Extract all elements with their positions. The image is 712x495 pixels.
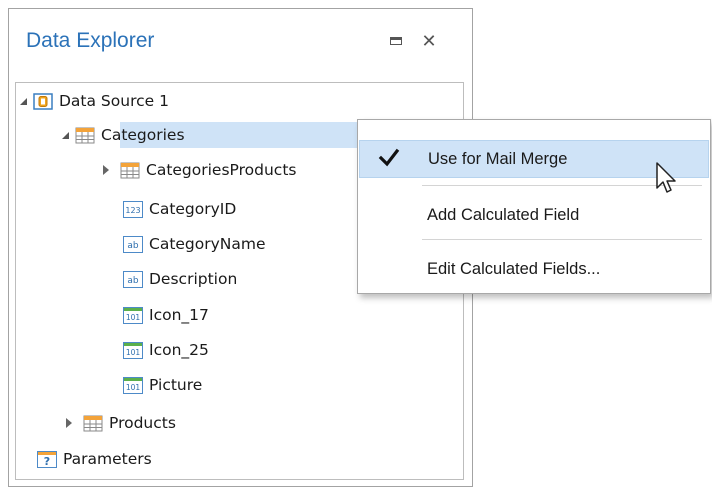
string-field-icon: ab: [123, 235, 143, 253]
tree-node-label: CategoriesProducts: [146, 161, 297, 179]
menu-item-add-calculated-field[interactable]: Add Calculated Field: [359, 196, 709, 234]
svg-text:123: 123: [125, 206, 140, 215]
binary-field-icon: 101: [123, 306, 143, 324]
table-icon: [120, 162, 140, 178]
tree-node-label: CategoryID: [149, 200, 237, 218]
tree-node-categoriesproducts[interactable]: CategoriesProducts: [103, 157, 296, 183]
menu-item-label: Edit Calculated Fields...: [427, 259, 601, 278]
tree-node-products[interactable]: Products: [66, 410, 176, 436]
table-icon: [75, 127, 95, 143]
parameters-icon: ?: [37, 450, 57, 468]
tree-node-categoryid[interactable]: 123 CategoryID: [123, 196, 236, 222]
tree-node-label: Parameters: [63, 450, 152, 468]
tree-node-label: CategoryName: [149, 235, 266, 253]
tree-node-label: Products: [109, 414, 176, 432]
binary-field-icon: 101: [123, 376, 143, 394]
expand-open-icon[interactable]: [20, 97, 27, 105]
tree-node-label: Data Source 1: [59, 92, 169, 110]
tree-node-icon-17[interactable]: 101 Icon_17: [123, 302, 209, 328]
numeric-field-icon: 123: [123, 200, 143, 218]
svg-text:101: 101: [126, 383, 141, 392]
string-field-icon: ab: [123, 270, 143, 288]
checkmark-icon: [378, 148, 400, 167]
tree-node-description[interactable]: ab Description: [123, 266, 237, 292]
menu-separator: [422, 239, 702, 240]
svg-text:ab: ab: [127, 276, 139, 286]
tree-node-picture[interactable]: 101 Picture: [123, 372, 202, 398]
tree-node-label: Icon_17: [149, 306, 209, 324]
tree-node-parameters[interactable]: ? Parameters: [37, 446, 152, 472]
mouse-cursor-icon: [656, 162, 676, 193]
tree-node-icon-25[interactable]: 101 Icon_25: [123, 337, 209, 363]
expand-closed-icon[interactable]: [66, 418, 72, 428]
tree-node-label: Icon_25: [149, 341, 209, 359]
database-icon: [33, 92, 53, 110]
svg-text:ab: ab: [127, 241, 139, 251]
tree-node-label: Categories: [101, 126, 185, 144]
tree-node-data-source-1[interactable]: Data Source 1: [20, 88, 169, 114]
menu-item-edit-calculated-fields[interactable]: Edit Calculated Fields...: [359, 250, 709, 288]
binary-field-icon: 101: [123, 341, 143, 359]
restore-icon[interactable]: [388, 33, 406, 51]
tree-node-label: Picture: [149, 376, 203, 394]
menu-item-label: Add Calculated Field: [427, 205, 580, 224]
tree-node-categoryname[interactable]: ab CategoryName: [123, 231, 266, 257]
expand-open-icon[interactable]: [62, 131, 69, 139]
tree-node-categories[interactable]: Categories: [62, 122, 185, 148]
tree-node-label: Description: [149, 270, 238, 288]
context-menu: Use for Mail Merge Add Calculated Field …: [357, 119, 711, 294]
table-icon: [83, 415, 103, 431]
panel-title: Data Explorer: [26, 29, 155, 52]
svg-text:?: ?: [44, 455, 50, 468]
menu-item-label: Use for Mail Merge: [428, 149, 568, 168]
svg-text:101: 101: [126, 348, 141, 357]
expand-closed-icon[interactable]: [103, 165, 109, 175]
close-icon[interactable]: ✕: [420, 33, 438, 51]
svg-text:101: 101: [126, 313, 141, 322]
